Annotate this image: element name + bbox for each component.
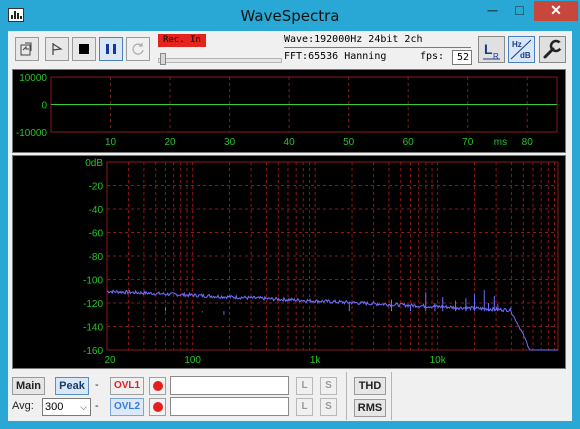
client-area: Rec. In Wave:192000Hz 24bit 2ch FFT:6553…: [8, 31, 572, 421]
thd-button[interactable]: THD: [354, 377, 386, 395]
waveform-x-tick: 40: [284, 137, 296, 148]
flag-icon: [52, 43, 63, 55]
lr-channel-button[interactable]: L R: [478, 36, 505, 63]
main-button[interactable]: Main: [12, 377, 45, 395]
pause-icon: [106, 44, 116, 54]
spectrum-plot: 0dB -20 -40 -60 -80 -100 -120 -140 -16020 100 1k 10…: [83, 158, 559, 366]
hz-db-icon: Hz dB: [510, 39, 532, 60]
waveform-x-unit: ms: [494, 137, 507, 148]
spectrum-y-tick: -120: [83, 299, 103, 310]
record-ovl2-button[interactable]: [149, 398, 166, 416]
spectrum-y-tick: -60: [89, 229, 104, 240]
fps-value: 52: [452, 50, 472, 65]
avg-label: Avg:: [12, 400, 34, 412]
spectrum-x-tick: 1k: [310, 355, 322, 366]
spectrum-y-tick: -40: [89, 205, 104, 216]
spectrum-trace: [106, 289, 558, 351]
wave-format-info: Wave:192000Hz 24bit 2ch: [284, 34, 471, 48]
ovl1-save-button[interactable]: S: [320, 377, 337, 395]
ovl2-button[interactable]: OVL2: [110, 398, 144, 416]
chevron-down-icon: ⌵: [80, 402, 87, 412]
spectrum-panel[interactable]: 0dB -20 -40 -60 -80 -100 -120 -140 -160 20 100 1k 10…: [12, 155, 566, 369]
waveform-x-tick: 70: [462, 137, 474, 148]
maximize-button[interactable]: □: [506, 1, 533, 21]
ovl2-load-button[interactable]: L: [296, 398, 313, 416]
hz-db-scale-button[interactable]: Hz dB: [508, 36, 535, 63]
avg-value: 300: [45, 401, 64, 413]
waveform-x-tick: 60: [403, 137, 415, 148]
ovl2-file-field[interactable]: [170, 397, 289, 416]
spectrum-y-tick: -100: [83, 276, 103, 287]
rec-status-badge: Rec. In: [158, 34, 206, 47]
spectrum-y-tick: -140: [83, 323, 103, 334]
close-button[interactable]: ✕: [534, 1, 578, 21]
waveform-x-tick: 80: [522, 137, 534, 148]
spectrum-y-tick: -160: [83, 346, 103, 357]
dash-separator-1: -: [95, 379, 99, 391]
spectrum-x-tick: 100: [184, 355, 201, 366]
svg-text:Hz: Hz: [512, 40, 522, 49]
volume-slider-track[interactable]: [158, 58, 282, 63]
pause-button[interactable]: [99, 37, 123, 61]
minimize-button[interactable]: ─: [479, 1, 506, 21]
title-bar[interactable]: WaveSpectra ─ □ ✕: [0, 0, 580, 31]
waveform-x-tick: 10: [105, 137, 117, 148]
spectrum-y-tick: -20: [89, 182, 104, 193]
waveform-panel[interactable]: 10 20 30 40 50 60 70 80 ms 10000 0 -10000: [12, 69, 566, 153]
application-window: WaveSpectra ─ □ ✕ Rec. In Wave:192000Hz …: [0, 0, 580, 429]
peak-button[interactable]: Peak: [55, 377, 89, 395]
fps-label: fps:: [420, 51, 445, 62]
record-ovl1-button[interactable]: [149, 377, 166, 395]
spectrum-y-tick: 0dB: [85, 158, 103, 169]
rms-button[interactable]: RMS: [354, 399, 386, 417]
ovl1-load-button[interactable]: L: [296, 377, 313, 395]
volume-slider-thumb[interactable]: [160, 53, 166, 65]
stop-icon: [79, 44, 89, 54]
spectrum-x-tick: 10k: [430, 355, 447, 366]
spectrum-x-tick: 20: [104, 355, 116, 366]
waveform-x-tick: 20: [164, 137, 176, 148]
divider: [346, 372, 347, 420]
divider: [391, 372, 392, 420]
waveform-x-tick: 50: [343, 137, 355, 148]
waveform-y-tick: 0: [41, 101, 47, 112]
waveform-y-tick: -10000: [16, 128, 48, 139]
fft-info: FFT:65536 Hanning: [284, 51, 387, 62]
avg-select[interactable]: 300 ⌵: [42, 398, 91, 416]
lr-channel-icon: L R: [483, 41, 500, 61]
svg-text:dB: dB: [520, 51, 531, 60]
refresh-icon: [132, 43, 144, 55]
marker-button[interactable]: [45, 37, 69, 61]
stop-button[interactable]: [72, 37, 96, 61]
waveform-plot: 10 20 30 40 50 60 70 80 ms 10000 0 -10000: [16, 73, 558, 148]
settings-button[interactable]: [539, 36, 566, 63]
ovl2-save-button[interactable]: S: [320, 398, 337, 416]
dash-separator-2: -: [95, 400, 99, 412]
open-file-icon: [20, 42, 32, 56]
waveform-y-tick: 10000: [19, 73, 47, 84]
open-file-button[interactable]: [15, 37, 39, 61]
spectrum-y-tick: -80: [89, 252, 104, 263]
waveform-x-tick: 30: [224, 137, 236, 148]
ovl1-button[interactable]: OVL1: [110, 377, 144, 395]
ovl1-file-field[interactable]: [170, 376, 289, 395]
refresh-button[interactable]: [126, 37, 150, 61]
svg-text:R: R: [493, 52, 499, 61]
wrench-icon: [543, 39, 565, 59]
svg-text:L: L: [484, 41, 493, 57]
